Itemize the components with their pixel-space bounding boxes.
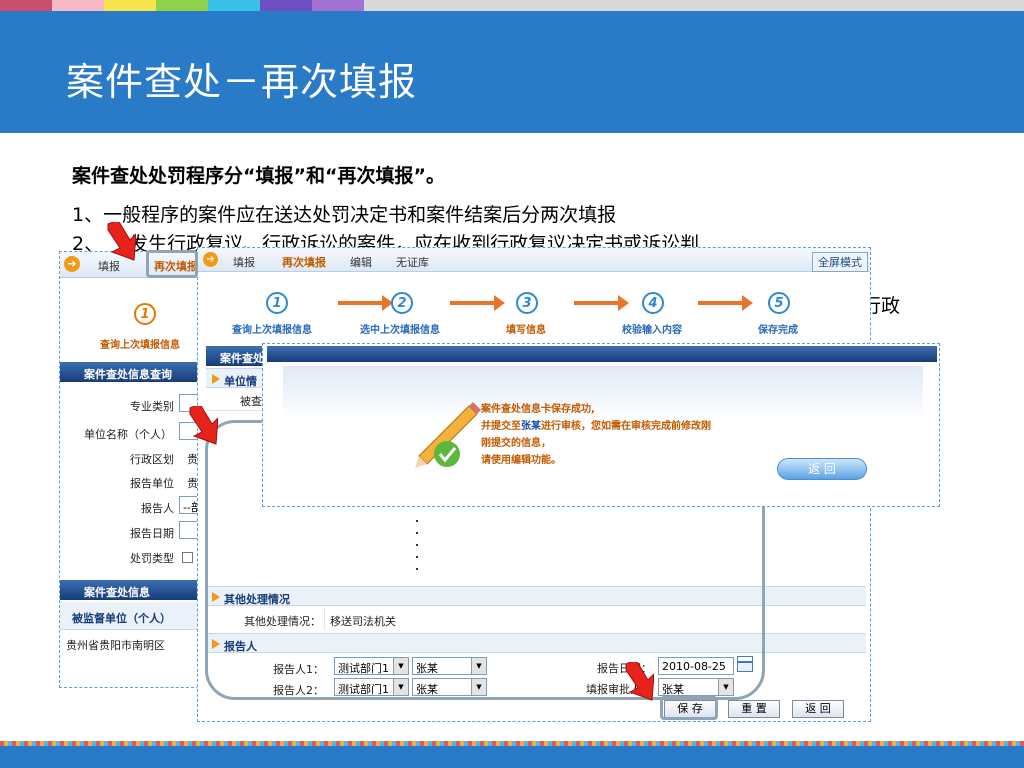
back-field-label-6: 报告日期 bbox=[130, 527, 174, 540]
fullscreen-button[interactable]: 全屏模式 bbox=[812, 252, 868, 272]
red-arrow-icon bbox=[107, 222, 136, 261]
back-field-label-3: 行政区划 bbox=[130, 453, 174, 466]
step-5-icon: 5 bbox=[768, 292, 790, 314]
back-field-checkbox-7[interactable] bbox=[182, 552, 193, 563]
front-nav-refill-tab[interactable]: 再次填报 bbox=[282, 254, 326, 270]
step-5-label: 保存完成 bbox=[758, 325, 798, 336]
back-supervised-header: 被监督单位（个人） bbox=[60, 602, 200, 630]
step-2-icon: 2 bbox=[391, 292, 413, 314]
slide: 案件查处－再次填报 案件查处处罚程序分“填报”和“再次填报”。 1、一般程序的案… bbox=[0, 0, 1024, 768]
slide-title: 案件查处－再次填报 bbox=[66, 60, 418, 104]
checked-unit-label: 被查 bbox=[240, 395, 262, 408]
back-info-section: 案件查处信息 bbox=[60, 580, 200, 600]
dialog-message: 案件查处信息卡保存成功, 并提交至张某进行审核，您如需在审核完成前修改刚 刚提交… bbox=[481, 404, 711, 466]
back-step-1-icon: 1 bbox=[134, 303, 156, 325]
slide-line-1: 1、一般程序的案件应在送达处罚决定书和案件结案后分两次填报 bbox=[72, 204, 617, 226]
step-3-icon: 3 bbox=[516, 292, 538, 314]
dialog-body: 案件查处信息卡保存成功, 并提交至张某进行审核，您如需在审核完成前修改刚 刚提交… bbox=[283, 366, 923, 502]
step-4-icon: 4 bbox=[642, 292, 664, 314]
refill-tab-highlight bbox=[146, 250, 198, 278]
front-nav-arrow-icon: ➜ bbox=[203, 252, 218, 267]
slide-footer bbox=[0, 746, 1024, 768]
slide-header: 案件查处－再次填报 bbox=[0, 11, 1024, 133]
save-button-highlight bbox=[660, 696, 718, 720]
front-nav-nolicense-tab[interactable]: 无证库 bbox=[396, 254, 429, 270]
step-arrow-3 bbox=[574, 295, 629, 311]
back-nav-arrow-icon: ➜ bbox=[64, 256, 80, 272]
top-color-strip bbox=[0, 0, 1024, 11]
step-1-label: 查询上次填报信息 bbox=[232, 325, 312, 336]
slide-heading: 案件查处处罚程序分“填报”和“再次填报”。 bbox=[72, 165, 445, 187]
step-3-label: 填写信息 bbox=[506, 325, 546, 336]
step-1-icon: 1 bbox=[266, 292, 288, 314]
back-field-label-4: 报告单位 bbox=[130, 477, 174, 490]
back-field-label-7: 处罚类型 bbox=[130, 552, 174, 565]
step-arrow-1 bbox=[338, 295, 393, 311]
step-2-label: 选中上次填报信息 bbox=[360, 325, 440, 336]
back-field-label-2: 单位名称（个人） bbox=[84, 428, 172, 441]
back-window: ➜ 填报 再次填报 1 查询上次填报信息 案件查处信息查询 专业类别 单位名称（… bbox=[59, 251, 201, 688]
pencil-check-icon bbox=[415, 402, 481, 468]
front-nav: ➜ 填报 再次填报 编辑 无证库 全屏模式 bbox=[198, 248, 870, 272]
step-arrow-2 bbox=[450, 295, 505, 311]
back-field-label-5: 报告人 bbox=[141, 502, 174, 515]
back-button[interactable]: 返 回 bbox=[792, 700, 844, 718]
step-arrow-4 bbox=[698, 295, 753, 311]
dialog-title-bar bbox=[267, 346, 937, 362]
front-nav-fill-tab[interactable]: 填报 bbox=[233, 254, 255, 270]
back-step-1-label: 查询上次填报信息 bbox=[100, 340, 180, 351]
back-field-label-1: 专业类别 bbox=[130, 400, 174, 413]
red-arrow-icon bbox=[189, 406, 218, 445]
back-supervised-value: 贵州省贵阳市南明区 bbox=[66, 639, 165, 652]
back-query-section: 案件查处信息查询 bbox=[60, 362, 200, 382]
red-arrow-icon bbox=[625, 662, 654, 701]
reset-button[interactable]: 重 置 bbox=[728, 700, 780, 718]
success-dialog: 案件查处信息卡保存成功, 并提交至张某进行审核，您如需在审核完成前修改刚 刚提交… bbox=[262, 343, 940, 507]
front-nav-edit-tab[interactable]: 编辑 bbox=[350, 254, 372, 270]
dialog-back-button[interactable]: 返 回 bbox=[777, 458, 867, 480]
step-4-label: 校验输入内容 bbox=[622, 325, 682, 336]
